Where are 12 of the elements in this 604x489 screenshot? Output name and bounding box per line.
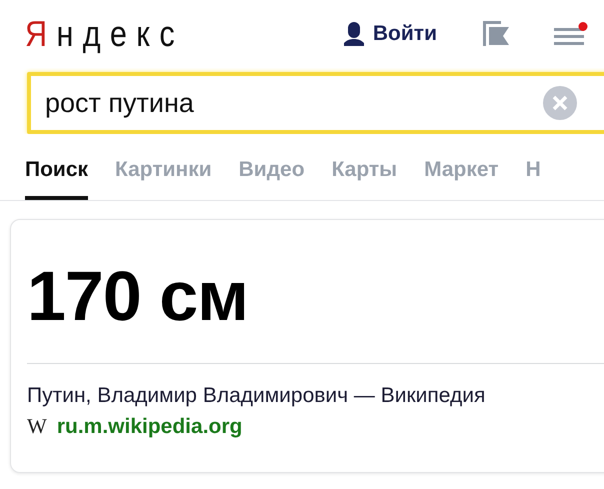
login-link[interactable]: Войти [342, 21, 437, 47]
search-input[interactable]: рост путина [45, 88, 543, 118]
source-title: Путин, Владимир Владимирович — Википедия [27, 384, 486, 407]
wikipedia-icon: W [27, 414, 47, 439]
collections-icon[interactable] [481, 19, 511, 49]
source-link[interactable]: ru.m.wikipedia.org [56, 414, 242, 438]
clear-icon[interactable] [543, 86, 577, 120]
answer-value: 170 см [27, 256, 249, 337]
user-icon [342, 21, 365, 47]
menu-icon[interactable] [554, 22, 588, 46]
search-field[interactable]: рост путина [27, 72, 604, 134]
search-tab[interactable]: Поиск [25, 158, 88, 200]
